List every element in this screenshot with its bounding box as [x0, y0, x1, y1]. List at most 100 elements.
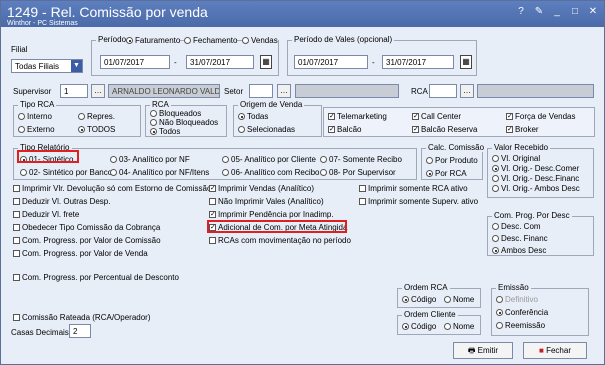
check-balcao-reserva[interactable]: ✓: [412, 126, 419, 134]
vl-ambos-desc-label: Vl. Orig.- Ambos Desc: [501, 184, 580, 193]
check-telemarketing[interactable]: ✓: [328, 113, 335, 121]
periodo-start-input[interactable]: 01/07/2017: [100, 55, 170, 69]
origem-checks: ✓ Telemarketing ✓ Call Center ✓ Força de Ve…: [323, 107, 595, 137]
radio-vl-desc-comer[interactable]: [492, 165, 499, 173]
radio-por-rca[interactable]: [426, 170, 433, 178]
radio-desc-com[interactable]: [492, 223, 499, 231]
radio-reemissao[interactable]: [496, 322, 503, 330]
rcas-movimentacao-label: RCAs com movimentação no período: [218, 236, 351, 245]
nao-imprimir-vales-label: Não Imprimir Vales (Analítico): [218, 197, 324, 206]
radio-externo[interactable]: [18, 126, 25, 134]
fechar-button[interactable]: ■ Fechar: [523, 342, 587, 359]
radio-repres[interactable]: [78, 113, 85, 121]
check-superv-ativo[interactable]: [359, 198, 366, 206]
radio-conferencia[interactable]: [496, 309, 503, 317]
radio-todos[interactable]: [78, 126, 85, 134]
radio-bloqueados[interactable]: [150, 110, 157, 118]
maximize-icon[interactable]: □: [570, 6, 580, 17]
window: 1249 - Rel. Comissão por venda Winthor -…: [0, 0, 605, 365]
check-tipo-comissao-cobranca[interactable]: [13, 224, 20, 232]
check-nao-imprimir-vales[interactable]: [209, 198, 216, 206]
radio-vl-desc-financ[interactable]: [492, 175, 499, 183]
radio-07-somente-recibo[interactable]: [320, 156, 327, 164]
emitir-button[interactable]: 🖶 Emitir: [453, 342, 513, 359]
radio-faturamento[interactable]: [126, 37, 133, 45]
radio-por-produto[interactable]: [426, 157, 433, 165]
radio-ordem-rca-codigo[interactable]: [402, 296, 409, 304]
check-pendencia-inadimp[interactable]: ✓: [209, 211, 216, 219]
radio-ordem-rca-nome[interactable]: [444, 296, 451, 304]
supervisor-code-input[interactable]: 1: [60, 84, 88, 98]
desc-com-label: Desc. Com: [501, 222, 541, 231]
check-outras-desp[interactable]: [13, 198, 20, 206]
help-icon[interactable]: ?: [516, 6, 526, 17]
check-comissao-rateada[interactable]: [13, 314, 20, 322]
window-title: 1249 - Rel. Comissão por venda: [7, 4, 208, 20]
highlight-sintetico: [17, 150, 79, 163]
origem-venda-group: Origem de Venda Todas Selecionadas: [233, 100, 322, 137]
vales-start-input[interactable]: 01/07/2017: [294, 55, 368, 69]
externo-label: Externo: [27, 125, 55, 134]
calendar-icon[interactable]: ▦: [260, 55, 272, 69]
somente-recibo-label: 07- Somente Recibo: [329, 155, 402, 164]
rca-search-button[interactable]: …: [460, 84, 474, 98]
radio-02-sintetico-banco[interactable]: [20, 169, 27, 177]
check-progress-venda[interactable]: [13, 250, 20, 258]
devolucao-estorno-label: Imprimir Vlr. Devolução só com Estorno d…: [22, 184, 212, 193]
rca-code-input[interactable]: [429, 84, 457, 98]
superv-ativo-label: Imprimir somente Superv. ativo: [368, 197, 479, 206]
close-icon[interactable]: ✕: [588, 6, 598, 17]
edit-icon[interactable]: ✎: [534, 6, 544, 17]
radio-fechamento[interactable]: [184, 37, 191, 45]
balcao-reserva-label: Balcão Reserva: [421, 125, 478, 134]
check-balcao[interactable]: ✓: [328, 126, 335, 134]
check-progress-comissao[interactable]: [13, 237, 20, 245]
check-broker[interactable]: ✓: [506, 126, 513, 134]
check-devolucao-estorno[interactable]: [13, 185, 20, 193]
radio-todos-status[interactable]: [150, 128, 157, 136]
calc-comissao-group: Calc. Comissão Por Produto Por RCA: [421, 143, 487, 180]
rca-name-field: [477, 84, 594, 98]
periodo-group: Período: Faturamento Fechamento Vendas 0…: [91, 35, 279, 76]
periodo-end-input[interactable]: 31/07/2017: [186, 55, 254, 69]
radio-08-supervisor[interactable]: [320, 169, 327, 177]
radio-ordem-cliente-nome[interactable]: [444, 323, 451, 331]
window-subtitle: Winthor - PC Sistemas: [7, 20, 78, 27]
radio-nao-bloqueados[interactable]: [150, 119, 157, 127]
filial-select[interactable]: Todas Filiais ▼: [11, 59, 83, 73]
check-call-center[interactable]: ✓: [412, 113, 419, 121]
radio-definitivo[interactable]: [496, 296, 503, 304]
radio-06-analitico-recibo[interactable]: [222, 169, 229, 177]
radio-origem-todas[interactable]: [238, 113, 245, 121]
casas-decimais-input[interactable]: 2: [69, 324, 91, 338]
check-frete[interactable]: [13, 211, 20, 219]
radio-03-analitico-nf[interactable]: [110, 156, 117, 164]
chevron-down-icon[interactable]: ▼: [71, 60, 82, 72]
outras-desp-label: Deduzir Vl. Outras Desp.: [22, 197, 111, 206]
check-imprimir-vendas[interactable]: ✓: [209, 185, 216, 193]
setor-input[interactable]: [249, 84, 273, 98]
radio-ambos-desc[interactable]: [492, 247, 499, 255]
vales-end-input[interactable]: 31/07/2017: [382, 55, 454, 69]
radio-vendas[interactable]: [242, 37, 249, 45]
calendar-icon[interactable]: ▦: [460, 55, 472, 69]
tipo-rca-label: Tipo RCA: [18, 100, 57, 109]
radio-ordem-cliente-codigo[interactable]: [402, 323, 409, 331]
radio-vl-original[interactable]: [492, 155, 499, 163]
radio-origem-selecionadas[interactable]: [238, 126, 245, 134]
fechamento-label: Fechamento: [193, 36, 238, 45]
check-rcas-movimentacao[interactable]: [209, 237, 216, 245]
fechar-label: Fechar: [546, 346, 571, 355]
radio-04-analitico-nf-itens[interactable]: [110, 169, 117, 177]
check-rca-ativo[interactable]: [359, 185, 366, 193]
ordem-cliente-codigo-label: Código: [411, 322, 437, 331]
radio-05-analitico-cliente[interactable]: [222, 156, 229, 164]
check-forca-vendas[interactable]: ✓: [506, 113, 513, 121]
radio-desc-financ[interactable]: [492, 235, 499, 243]
setor-search-button[interactable]: …: [277, 84, 291, 98]
radio-interno[interactable]: [18, 113, 25, 121]
minimize-icon[interactable]: _: [552, 6, 562, 17]
supervisor-search-button[interactable]: …: [91, 84, 105, 98]
radio-vl-ambos-desc[interactable]: [492, 185, 499, 193]
check-progress-desconto[interactable]: [13, 274, 20, 282]
